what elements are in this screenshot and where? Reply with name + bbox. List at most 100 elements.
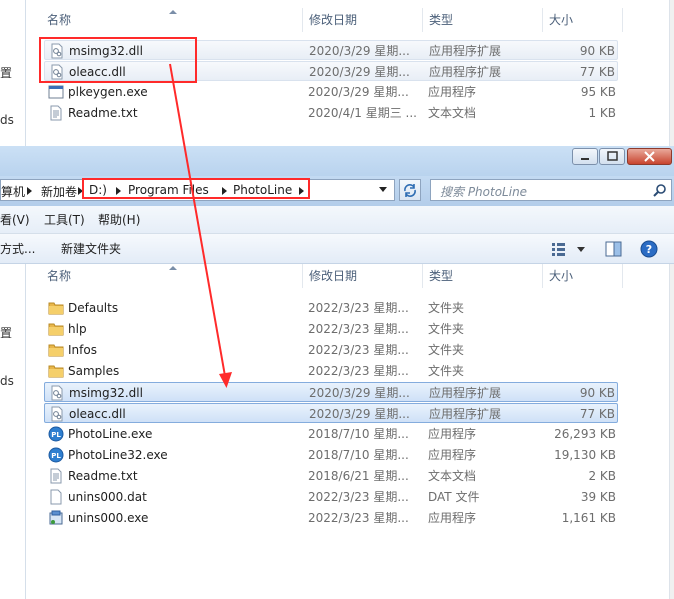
exe-icon (48, 84, 64, 100)
file-type: 应用程序 (428, 427, 477, 441)
file-name: oleacc.dll (69, 407, 126, 421)
nav-pane-fragment[interactable]: ds (0, 113, 14, 127)
file-row[interactable]: PL PhotoLine.exe 2018/7/10 星期... 应用程序 26,293… (44, 424, 618, 444)
file-date: 2022/3/23 星期... (308, 301, 409, 315)
column-name-header[interactable]: 名称 (41, 264, 303, 288)
nav-pane-fragment[interactable]: ds (0, 374, 14, 388)
vertical-scrollbar[interactable] (669, 0, 674, 146)
toolbar-share-button[interactable]: 方式... (0, 234, 35, 264)
photoline-explorer-window: 算机 新加卷 D:) Program Files PhotoLine 搜索 Ph… (0, 146, 674, 599)
photoline-icon: PL (48, 426, 64, 442)
file-name: PhotoLine.exe (68, 427, 153, 441)
file-date: 2018/7/10 星期... (308, 448, 409, 462)
view-options-icon[interactable] (551, 242, 567, 256)
nav-pane-fragment[interactable]: 置 (0, 324, 12, 341)
file-name: msimg32.dll (69, 386, 143, 400)
file-row[interactable]: plkeygen.exe 2020/3/29 星期... 应用程序 95 KB (44, 82, 618, 102)
column-header-row: 名称 修改日期 类型 大小 (27, 264, 674, 288)
file-date: 2020/3/29 星期... (309, 65, 410, 79)
close-icon (644, 151, 655, 162)
column-name-header[interactable]: 名称 (41, 8, 303, 32)
breadcrumb-computer[interactable]: 算机 (1, 183, 25, 200)
annotation-highlight-box (39, 37, 197, 83)
file-name: plkeygen.exe (68, 85, 148, 99)
file-name: PhotoLine32.exe (68, 448, 168, 462)
menu-tools[interactable]: 工具(T) (44, 206, 85, 234)
file-name: hlp (68, 322, 87, 336)
search-placeholder: 搜索 PhotoLine (440, 185, 528, 199)
annotation-highlight-box (82, 178, 310, 199)
file-row[interactable]: hlp 2022/3/23 星期... 文件夹 (44, 319, 618, 339)
file-row[interactable]: Readme.txt 2020/4/1 星期三 ... 文本文档 1 KB (44, 103, 618, 123)
file-size: 2 KB (588, 469, 616, 483)
file-row[interactable]: Samples 2022/3/23 星期... 文件夹 (44, 361, 618, 381)
window-title-bar[interactable] (0, 146, 674, 176)
navigation-pane[interactable]: 置 ds (0, 0, 26, 146)
menu-help[interactable]: 帮助(H) (98, 206, 140, 234)
chevron-right-icon[interactable] (27, 187, 33, 195)
close-button[interactable] (627, 148, 672, 165)
folder-icon (48, 363, 64, 379)
file-row[interactable]: Defaults 2022/3/23 星期... 文件夹 (44, 298, 618, 318)
txt-icon (48, 105, 64, 121)
chevron-down-icon[interactable] (577, 247, 586, 253)
maximize-icon (607, 151, 618, 161)
file-size: 90 KB (579, 44, 615, 58)
column-size-header[interactable]: 大小 (543, 264, 623, 288)
search-icon[interactable] (653, 183, 667, 197)
vertical-scrollbar[interactable] (669, 264, 674, 599)
refresh-button[interactable] (399, 179, 421, 201)
file-type: 应用程序 (428, 511, 477, 525)
file-name: Readme.txt (68, 469, 138, 483)
installer-icon (48, 510, 64, 526)
file-row[interactable]: unins000.dat 2022/3/23 星期... DAT 文件 39 KB (44, 487, 618, 507)
column-type-header[interactable]: 类型 (423, 264, 543, 288)
menu-bar: 看(V) 工具(T) 帮助(H) (0, 206, 674, 234)
nav-pane-fragment[interactable]: 置 (0, 64, 12, 81)
column-date-header[interactable]: 修改日期 (303, 8, 423, 32)
file-name: Readme.txt (68, 106, 138, 120)
chevron-down-icon[interactable] (379, 187, 388, 193)
navigation-pane[interactable]: 置 ds (0, 264, 26, 599)
file-date: 2022/3/23 星期... (308, 343, 409, 357)
minimize-icon (581, 158, 589, 160)
file-size: 1,161 KB (561, 511, 616, 525)
dll-icon (49, 406, 65, 422)
file-date: 2018/6/21 星期... (308, 469, 409, 483)
file-row[interactable]: PL PhotoLine32.exe 2018/7/10 星期... 应用程序 19,1… (44, 445, 618, 465)
new-folder-button[interactable]: 新建文件夹 (61, 234, 121, 264)
file-size: 95 KB (580, 85, 616, 99)
menu-view[interactable]: 看(V) (0, 206, 30, 234)
file-row[interactable]: Readme.txt 2018/6/21 星期... 文本文档 2 KB (44, 466, 618, 486)
dll-icon (49, 385, 65, 401)
file-date: 2022/3/23 星期... (308, 364, 409, 378)
file-type: 文件夹 (428, 322, 465, 336)
file-name: unins000.dat (68, 490, 147, 504)
help-icon[interactable]: ? (640, 240, 658, 258)
file-date: 2020/3/29 星期... (309, 386, 410, 400)
file-date: 2020/4/1 星期三 ... (308, 106, 417, 120)
file-row[interactable]: msimg32.dll 2020/3/29 星期... 应用程序扩展 90 KB (44, 382, 618, 402)
file-type: 文本文档 (428, 469, 477, 483)
column-type-header[interactable]: 类型 (423, 8, 543, 32)
file-date: 2020/3/29 星期... (308, 85, 409, 99)
file-type: 应用程序扩展 (429, 65, 502, 79)
folder-icon (48, 300, 64, 316)
file-type: 文件夹 (428, 343, 465, 357)
file-row[interactable]: unins000.exe 2022/3/23 星期... 应用程序 1,161 KB (44, 508, 618, 528)
search-input[interactable]: 搜索 PhotoLine (430, 179, 672, 201)
maximize-button[interactable] (599, 148, 625, 165)
file-date: 2018/7/10 星期... (308, 427, 409, 441)
svg-text:PL: PL (51, 452, 61, 460)
breadcrumb-volume[interactable]: 新加卷 (41, 183, 77, 200)
column-size-header[interactable]: 大小 (543, 8, 623, 32)
file-size: 1 KB (588, 106, 616, 120)
file-size: 77 KB (579, 65, 615, 79)
preview-pane-icon[interactable] (605, 241, 622, 257)
column-header-row: 名称 修改日期 类型 大小 (27, 8, 674, 32)
minimize-button[interactable] (572, 148, 598, 165)
file-type: 应用程序扩展 (429, 407, 502, 421)
column-date-header[interactable]: 修改日期 (303, 264, 423, 288)
file-row[interactable]: Infos 2022/3/23 星期... 文件夹 (44, 340, 618, 360)
file-row[interactable]: oleacc.dll 2020/3/29 星期... 应用程序扩展 77 KB (44, 403, 618, 423)
